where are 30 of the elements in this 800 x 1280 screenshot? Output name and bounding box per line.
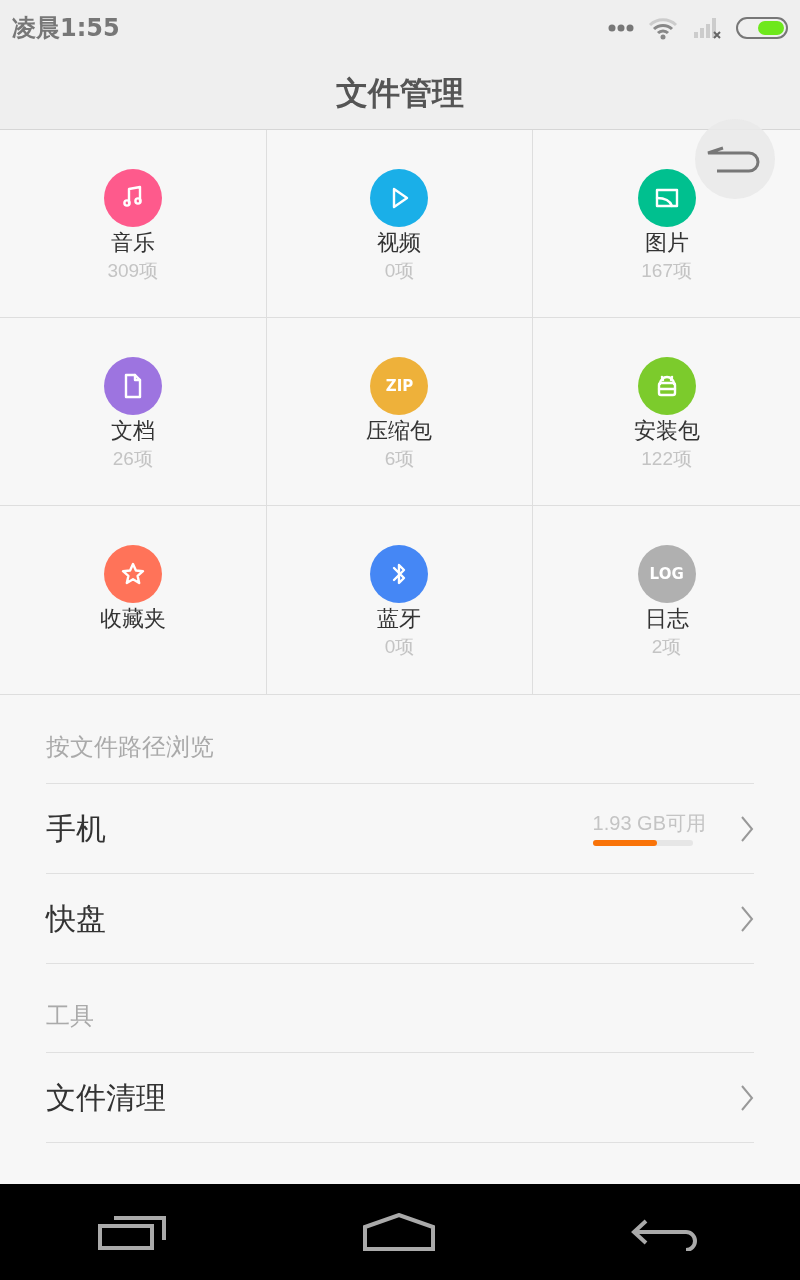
chevron-right-icon [740, 1083, 754, 1112]
recent-apps-icon[interactable] [97, 1214, 168, 1250]
log-icon: LOG [637, 545, 696, 603]
status-time: 凌晨1:55 [12, 13, 120, 44]
zip-icon: ZIP [370, 357, 429, 415]
page-title: 文件管理 [336, 73, 464, 113]
signal-icon [692, 16, 722, 40]
category-label: 视频 [377, 229, 422, 257]
row-label: 快盘 [46, 901, 106, 937]
category-label: 图片 [644, 229, 689, 257]
section-header: 工具 [46, 1001, 94, 1031]
section-header: 按文件路径浏览 [46, 732, 214, 762]
chevron-right-icon [740, 904, 754, 933]
category-tile[interactable]: 收藏夹 [0, 506, 267, 694]
battery-icon [736, 17, 788, 39]
list-row[interactable]: 文件清理 [46, 1053, 754, 1143]
category-label: 日志 [644, 605, 689, 633]
wifi-icon [648, 16, 678, 40]
row-label: 文件清理 [46, 1080, 166, 1116]
category-label: 蓝牙 [377, 605, 422, 633]
row-label: 手机 [46, 811, 106, 847]
category-label: 压缩包 [366, 417, 433, 445]
category-label: 收藏夹 [99, 605, 166, 633]
more-icon [608, 24, 634, 32]
chevron-right-icon [740, 814, 754, 843]
category-label: 音乐 [110, 229, 155, 257]
list-row[interactable]: 快盘 [46, 874, 754, 964]
category-label: 安装包 [633, 417, 700, 445]
category-label: 文档 [110, 417, 155, 445]
home-icon[interactable] [363, 1213, 435, 1251]
